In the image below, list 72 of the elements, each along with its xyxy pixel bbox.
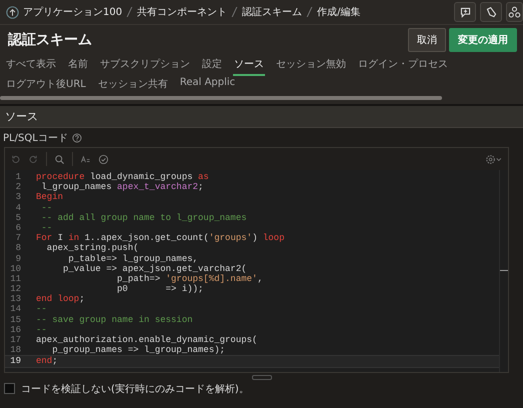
help-icon[interactable] [72,133,82,143]
line-number: 18 [9,345,22,356]
code-line: Begin [36,192,64,203]
checkbox[interactable] [4,383,15,394]
breadcrumb-link[interactable]: 共有コンポーネント [137,5,228,19]
line-number: 10 [9,264,22,274]
line-number: 13 [9,294,22,304]
line-number: 1 [14,172,22,182]
page-title: 認証スキーム [8,31,92,49]
tab[interactable]: 名前 [67,56,89,76]
line-number: 17 [9,335,22,346]
tab[interactable]: セッション共有 [96,76,169,96]
resize-handle[interactable] [252,374,272,380]
field-label: PL/SQLコード [3,132,68,145]
scrollbar-thumb[interactable] [0,96,442,100]
tab[interactable]: 設定 [201,56,223,76]
settings-icon[interactable] [485,154,503,164]
format-icon[interactable] [80,154,91,164]
code-line: p_path=> 'groups[%d].name', [116,274,263,284]
code-line: -- save group name in session [36,314,193,325]
cancel-button[interactable]: 取消 [408,28,446,52]
code-line: For I in 1..apex_json.get_count('groups') loop [36,233,284,244]
scrollbar-thumb[interactable] [500,270,508,271]
section-title: ソース [5,110,38,123]
search-icon[interactable] [54,154,65,164]
line-number: 3 [14,192,22,203]
code-line: l_group_names apex_t_varchar2; [40,182,204,192]
line-number: 12 [9,284,22,294]
tab[interactable]: ログアウト後URL [5,76,87,96]
line-number: 8 [14,243,22,254]
code-line: apex_authorization.enable_dynamic_groups( [36,335,258,346]
tab[interactable]: サブスクリプション [99,56,191,76]
check-circle-icon[interactable] [98,154,109,164]
code-line: p0 => i)); [116,284,204,294]
code-line: -- [40,222,52,234]
line-number: 7 [14,233,22,244]
redo-icon[interactable] [28,154,39,164]
code-line: end loop; [36,294,85,304]
line-number: 11 [9,274,22,284]
apply-changes-button[interactable]: 変更の適用 [449,28,517,52]
line-number: 19 [9,356,22,367]
line-number: 5 [14,212,22,223]
flashlight-icon[interactable] [480,2,502,22]
code-line: end; [36,356,58,367]
code-line: procedure load_dynamic_groups as [36,172,209,182]
line-number: 16 [9,324,22,335]
line-number: 9 [14,254,22,264]
code-line: -- add all group name to l_group_names [40,212,247,223]
line-number: 14 [9,304,22,315]
code-line: p_value => apex_json.get_varchar2( [62,264,247,274]
tab[interactable]: ログイン・プロセス [357,56,449,76]
tab[interactable]: セッション無効 [275,56,347,76]
breadcrumb-link[interactable]: 認証スキーム [242,5,302,19]
shapes-icon[interactable] [506,2,523,22]
code-line: apex_string.push( [46,243,139,254]
line-number: 2 [14,182,22,192]
tab[interactable]: ソース [233,56,265,76]
code-line: -- [36,304,47,315]
chat-add-icon[interactable] [454,2,476,22]
code-line: p_group_names => l_group_names); [52,345,226,356]
code-line: -- [36,324,47,335]
breadcrumb-link[interactable]: 作成/編集 [317,5,360,19]
checkbox-label: コードを検証しない(実行時にのみコードを解析)。 [21,382,249,396]
code-line: -- [40,202,52,213]
tab[interactable]: すべて表示 [5,56,57,76]
undo-icon[interactable] [10,154,21,164]
tab[interactable]: Real Applic [178,76,236,96]
line-number: 6 [14,222,22,234]
line-number: 15 [9,314,22,325]
code-line: p_table=> l_group_names, [67,254,198,264]
line-number: 4 [14,202,22,213]
breadcrumb-link[interactable]: アプリケーション100 [23,5,122,19]
